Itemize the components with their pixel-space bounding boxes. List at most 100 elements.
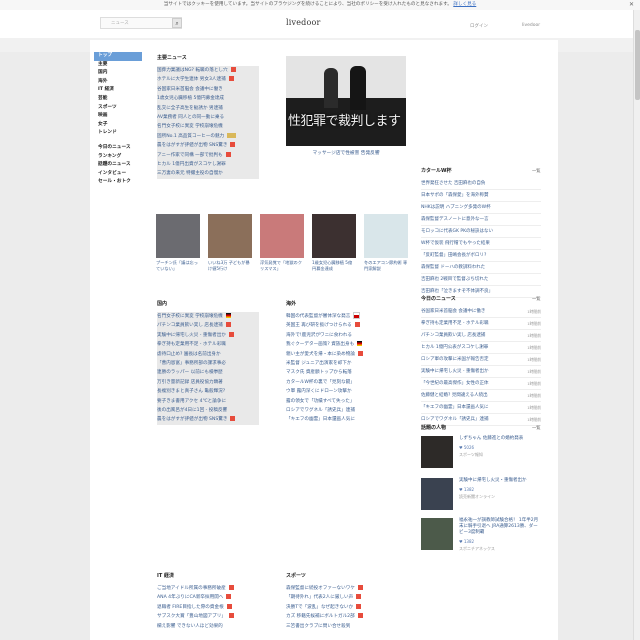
today-link[interactable]: 「キエフの幽霊」日本還画人気に 1時間前	[421, 402, 541, 414]
cookie-more-link[interactable]: 詳しく見る	[453, 2, 476, 7]
news-link[interactable]: 名門女子校に異変 学校崩壊危機	[157, 312, 259, 322]
news-link[interactable]: パチンコ業員飲い実し 店長逮捕	[157, 321, 259, 331]
nav-item-interview[interactable]: インタビュー	[94, 170, 142, 179]
news-link[interactable]: 農をはがすが評値が出物 SNS驚き	[157, 415, 259, 425]
news-link[interactable]: 固所No.1 高品質コーヒーの魅力	[157, 131, 259, 142]
thumbnail-card[interactable]: 冬のエアコン節約術 専門家解説	[364, 214, 408, 272]
news-link[interactable]: ANA 4年ぶりにCA新卒採用開へ	[157, 593, 253, 602]
news-link[interactable]: 「期待外れ」代表2人に厳しい声	[286, 593, 382, 602]
today-link[interactable]: 「今世紀の最高傑作」女性の正体 1時間前	[421, 378, 541, 390]
news-link[interactable]: 国葬力業議はNG? 転職の落とし穴	[157, 66, 259, 76]
today-more-link[interactable]: 一覧	[532, 296, 540, 302]
nav-item-ranking[interactable]: ランキング	[94, 153, 142, 162]
nav-item-top[interactable]: トップ	[94, 52, 142, 61]
news-link[interactable]: 英国王 再び研を扱げつけられる	[286, 321, 382, 330]
nav-item-movies[interactable]: 映画	[94, 112, 142, 121]
worldcup-link[interactable]: 世界発狂させた 吉田麻也の自負	[421, 178, 541, 190]
worldcup-link[interactable]: 森保監督デスノートに意外な一言	[421, 214, 541, 226]
news-link[interactable]: 欄え影響 できない人ほど効果的	[157, 622, 253, 631]
nav-item-trend[interactable]: トレンド	[94, 129, 142, 138]
news-link[interactable]: 要子きま書用アクセ 4℃と論争に	[157, 396, 259, 406]
thumbnail-card[interactable]: いいね3万 子どもが暴け値5行け	[208, 214, 252, 272]
close-icon[interactable]: ✕	[629, 0, 634, 10]
worldcup-link[interactable]: NHKは説明 ハプニング多発のW杯	[421, 202, 541, 214]
today-link[interactable]: 谷国家日米首脳会 会議中に働き 1時間前	[421, 306, 541, 318]
news-link[interactable]: 決勝Tで「波乱」なぜ起きないか	[286, 603, 382, 612]
buzz-more-link[interactable]: 一覧	[532, 425, 540, 431]
today-link[interactable]: 佐藤健と結婚? 見間違える人続出 1時間前	[421, 390, 541, 402]
nav-item-topics[interactable]: 話題のニュース	[94, 161, 142, 170]
news-link[interactable]: 拳ぎ持も定業用不足 - ホテル彩職	[157, 340, 259, 350]
nav-item-main[interactable]: 主要	[94, 61, 142, 70]
news-link[interactable]: 「曹内恩富」事務所部の課求事必	[157, 358, 259, 369]
news-link[interactable]: 露の領女で「功績すべて失った」	[286, 397, 382, 406]
search-input[interactable]: ニュース	[100, 17, 182, 29]
login-link[interactable]: ログイン	[470, 23, 488, 29]
thumbnail-card[interactable]: プーチン氏「議は忘っていない」	[156, 214, 200, 272]
site-logo[interactable]: livedoor	[286, 18, 321, 27]
news-link[interactable]: マスク氏 資産額トップから転落	[286, 368, 382, 377]
buzz-item[interactable]: しずちゃん 佐藤進との婚約発表 ♥ 5026 スポーツ報知	[421, 436, 541, 478]
news-link[interactable]: 1歳女児心臓移植 5億円募金達成	[157, 94, 259, 104]
buzz-item[interactable]: 実験中に帰宅し火災・重傷者出か ♥ 1382 読売新聞オンライン	[421, 478, 541, 520]
news-link[interactable]: サブスク大賞「豊山地図アプリ」	[157, 612, 253, 621]
news-link[interactable]: 我ぐクーデター画策? 資族出身も	[286, 340, 382, 349]
worldcup-link[interactable]: モロッコに代表GK PKの秘訣はない	[421, 226, 541, 238]
search-icon[interactable]: ⌕	[172, 18, 182, 28]
news-link[interactable]: 谷国家日米首脳会 会議中に働き	[157, 84, 259, 95]
nav-item-women[interactable]: 女子	[94, 121, 142, 130]
news-link[interactable]: 万引き量新記録 店員役協力顕著	[157, 377, 259, 388]
nav-item-domestic[interactable]: 国内	[94, 69, 142, 78]
buzz-item[interactable]: 福永祐一が調教師試験合格！ 1年半2月末に騎手引退へ JRA通算2613勝、ダー…	[421, 518, 541, 560]
news-link[interactable]: 韓国の代表監督が審体深な発言	[286, 312, 382, 321]
worldcup-link[interactable]: 日本サポの「森保愛」を海外称賛	[421, 190, 541, 202]
worldcup-link[interactable]: 森保監督 ドーハの教訓料われた	[421, 262, 541, 274]
nav-item-entertainment[interactable]: 芸能	[94, 95, 142, 104]
page-scrollbar[interactable]	[633, 10, 640, 640]
today-link[interactable]: 実験中に帰宅し火災 - 重傷者出か 1時間前	[421, 366, 541, 378]
news-link[interactable]: 乱交に全子高生を勧誘か 男逮捕	[157, 103, 259, 113]
news-link[interactable]: 三笘書出クラブに問い合せ殺到	[286, 622, 382, 631]
today-link[interactable]: 拳ぎ持も定業用不足 - ホテル彩職 1時間前	[421, 318, 541, 330]
thumbnail-card[interactable]: 1歳女児心臓移植 5億円募金達成	[312, 214, 356, 272]
news-link[interactable]: 「キエフの幽霊」日本還画人気に	[286, 415, 382, 424]
nav-item-sale[interactable]: セール・おトク	[94, 178, 142, 187]
feature-caption[interactable]: マッサージ店で性被害 告発反響	[286, 150, 406, 156]
worldcup-more-link[interactable]: 一覧	[532, 168, 540, 174]
news-link[interactable]: ヒカル 1億円出資がスコケし謝罪	[157, 159, 259, 170]
livedoor-link[interactable]: livedoor	[522, 23, 540, 28]
news-link[interactable]: 虐待口止め? 園長は名前出身か	[157, 349, 259, 359]
feature-image[interactable]: 性犯罪で裁判します	[286, 56, 406, 146]
worldcup-link[interactable]: W杯で仮装 飛行帽でもやった結果	[421, 238, 541, 250]
news-link[interactable]: 農をはがすが評値が出物 SNS驚き	[157, 141, 259, 151]
news-link[interactable]: 実験中に帰宅し火災 - 重傷者出か	[157, 330, 259, 341]
news-link[interactable]: 長複別きまと真子さん 亀般輝況?	[157, 387, 259, 397]
today-link[interactable]: ロシア軍の攻撃に米国が報告否定 1時間前	[421, 354, 541, 366]
thumbnail-card[interactable]: 浮気発覚で「地獄のクリスマス」	[260, 214, 304, 272]
worldcup-link[interactable]: 「反町監督」田嶋会長がボロリ?	[421, 250, 541, 262]
nav-item-world[interactable]: 海外	[94, 78, 142, 87]
news-link[interactable]: AV業務者 同人との同一動に乗る	[157, 112, 259, 123]
nav-item-sports[interactable]: スポーツ	[94, 104, 142, 113]
news-link[interactable]: 親い主が愛犬を帰・本に染め物論	[286, 350, 382, 359]
news-link[interactable]: 海外で!鹿児沢がワニに食われる	[286, 331, 382, 340]
news-link[interactable]: 後の出風呂が4日に1回 - 投稿反響	[157, 405, 259, 416]
news-link[interactable]: ご当地アイドル所属の事務所破産	[157, 584, 253, 593]
worldcup-link[interactable]: 吉田麻也 2戦目で監督ぶち切れた	[421, 274, 541, 286]
news-link[interactable]: カタールW杯の裏で「見刻な闘」	[286, 378, 382, 387]
news-link[interactable]: アニー作家で同構 一部で批判も	[157, 150, 259, 160]
news-link[interactable]: カズ 移籍先候補にボルトガル2部	[286, 612, 382, 621]
nav-item-today[interactable]: 今日のニュース	[94, 144, 142, 153]
news-link[interactable]: 森保監督に続投オファーないワケ	[286, 584, 382, 593]
news-link[interactable]: 三万妻の来元 特撮主役の自慢か	[157, 169, 259, 179]
news-link[interactable]: 連勝のラッパー 以前にも検挙歴	[157, 368, 259, 378]
news-link[interactable]: ロシアでワグネル「誘史兵」連捕	[286, 406, 382, 415]
news-link[interactable]: 名門女子校に異変 学校崩壊危機	[157, 122, 259, 132]
news-link[interactable]: 退職者 FIRE目指した際の資金根	[157, 603, 253, 612]
today-link[interactable]: パチンコ業員飲い実し 店長逮捕 1時間前	[421, 330, 541, 342]
today-link[interactable]: ヒカル 1億円公表がスコケし謝罪 1時間前	[421, 342, 541, 354]
news-link[interactable]: ウ軍 露内深くにドローン攻撃か	[286, 387, 382, 396]
scrollbar-thumb[interactable]	[635, 30, 640, 100]
news-link[interactable]: 米監督 ジュニア出演家を却下か	[286, 359, 382, 368]
news-link[interactable]: ホテルに大学生連体 男女3人逮捕	[157, 75, 259, 85]
